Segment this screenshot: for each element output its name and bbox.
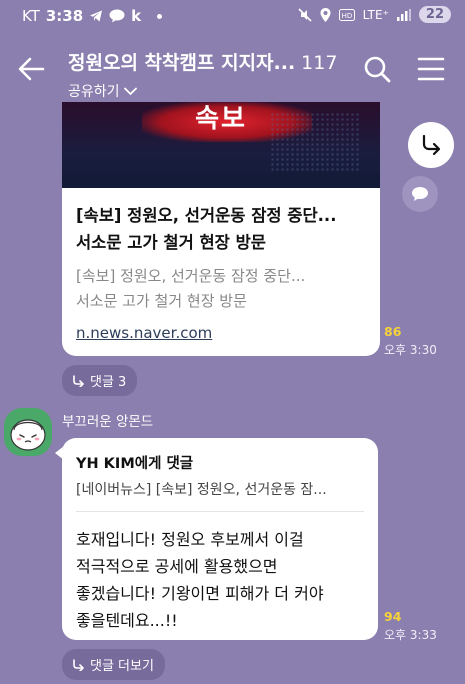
svg-text:HD: HD <box>341 12 352 20</box>
carrier-label: KT <box>22 7 40 25</box>
reply-to-label: YH KIM에게 댓글 <box>76 456 194 472</box>
k-icon: k <box>131 7 142 25</box>
unread-count: 94 <box>384 609 402 624</box>
message-line: 좋을텐데요...!! <box>76 611 178 630</box>
news-thumbnail: 속보 <box>62 102 380 188</box>
hamburger-menu-icon[interactable] <box>417 56 445 82</box>
link-description: [속보] 정원오, 선거운동 잠정 중단... 서소문 고가 철거 현장 방문 <box>62 256 380 314</box>
message-meta-1: 86 오후 3:30 <box>384 324 437 358</box>
chat-name: 정원오의 착착캠프 지지자... <box>68 52 296 74</box>
chat-title: 정원오의 착착캠프 지지자... 117 <box>68 48 337 75</box>
reply-arrow-icon <box>73 658 84 671</box>
battery-indicator: 22 <box>418 6 451 23</box>
speech-bubble-icon <box>412 187 428 201</box>
link-title-line1: [속보] 정원오, 선거운동 잠정 중단... <box>76 206 337 225</box>
unread-count: 86 <box>384 324 402 339</box>
member-count: 117 <box>301 52 338 74</box>
chat-header: 정원오의 착착캠프 지지자... 117 공유하기 <box>0 34 465 102</box>
status-right: HD LTE⁺ 22 <box>298 6 451 23</box>
comment-button[interactable] <box>402 176 438 212</box>
chevron-down-icon <box>123 87 137 95</box>
link-title-line2: 서소문 고가 철거 현장 방문 <box>76 233 266 252</box>
avatar[interactable] <box>4 408 52 456</box>
chat-title-area[interactable]: 정원오의 착착캠프 지지자... 117 공유하기 <box>68 48 337 101</box>
share-label: 공유하기 <box>68 84 120 100</box>
link-preview-card[interactable]: 속보 [속보] 정원오, 선거운동 잠정 중단... 서소문 고가 철거 현장 … <box>62 102 380 356</box>
quoted-message[interactable]: [네이버뉴스] [속보] 정원오, 선거운동 잠... <box>62 473 378 499</box>
link-desc-line1: [속보] 정원오, 선거운동 잠정 중단... <box>76 267 306 285</box>
reply-message-bubble[interactable]: YH KIM에게 댓글 [네이버뉴스] [속보] 정원오, 선거운동 잠... … <box>55 438 378 640</box>
share-dropdown[interactable]: 공유하기 <box>68 81 337 101</box>
telegram-icon <box>90 10 103 22</box>
status-left: KT 3:38 k <box>22 7 163 25</box>
message-text: 호재입니다! 정원오 후보께서 이걸 적극적으로 공세에 활용했으면 좋겠습니다… <box>62 512 378 634</box>
message-line: 적극적으로 공세에 활용했으면 <box>76 557 278 576</box>
notification-dot-icon <box>157 13 163 19</box>
more-replies-button[interactable]: 댓글 더보기 <box>62 649 165 680</box>
arrow-left-icon[interactable] <box>16 54 46 84</box>
location-icon <box>320 7 331 22</box>
message-time: 오후 3:33 <box>384 628 437 642</box>
replies-label: 댓글 3 <box>90 375 127 390</box>
message-meta-2: 94 오후 3:33 <box>384 609 437 643</box>
bubble-tail <box>55 446 64 460</box>
thumbnail-banner-text: 속보 <box>195 104 247 134</box>
link-url[interactable]: n.news.naver.com <box>62 314 380 342</box>
sender-name: 부끄러운 앙몬드 <box>62 414 154 430</box>
reply-arrow-icon <box>73 374 84 387</box>
link-desc-line2: 서소문 고가 철거 현장 방문 <box>76 292 247 310</box>
clock: 3:38 <box>45 7 84 25</box>
message-line: 좋겠습니다! 기왕이면 피해가 더 커야 <box>76 584 324 603</box>
share-arrow-icon <box>422 134 441 156</box>
lte-label: LTE⁺ <box>362 7 389 22</box>
status-bar: KT 3:38 k HD LTE⁺ 22 <box>0 0 465 34</box>
search-icon[interactable] <box>362 54 392 84</box>
link-title: [속보] 정원오, 선거운동 잠정 중단... 서소문 고가 철거 현장 방문 <box>62 188 380 256</box>
message-time: 오후 3:30 <box>384 343 437 357</box>
more-replies-label: 댓글 더보기 <box>90 659 154 674</box>
mute-icon <box>298 7 312 22</box>
hd-icon: HD <box>338 8 355 21</box>
avatar-character-icon <box>10 419 46 451</box>
replies-button[interactable]: 댓글 3 <box>62 365 138 396</box>
signal-icon <box>396 8 411 21</box>
talk-icon <box>109 9 125 23</box>
message-line: 호재입니다! 정원오 후보께서 이걸 <box>76 530 304 549</box>
share-button[interactable] <box>408 122 454 168</box>
